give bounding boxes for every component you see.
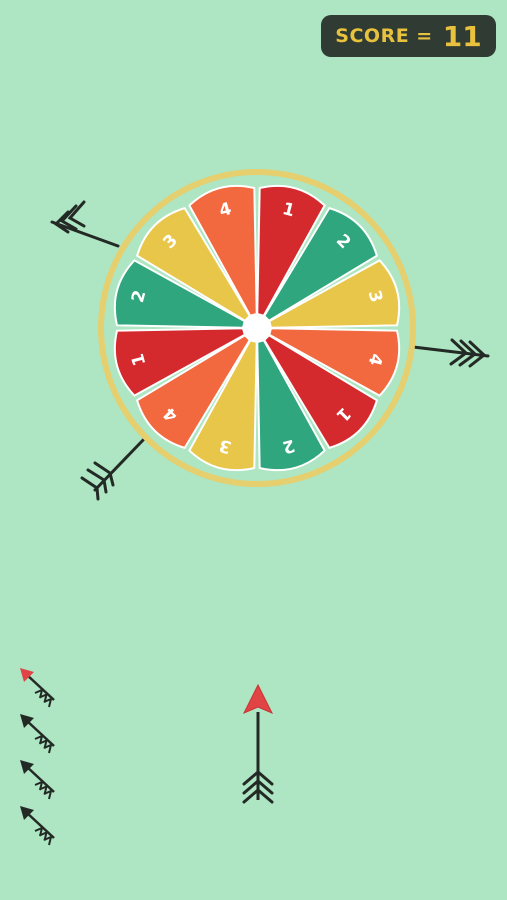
remaining-arrow: [20, 668, 55, 708]
target-wheel: 123412341234: [98, 169, 416, 487]
remaining-arrow: [20, 806, 55, 846]
score-value: 11: [442, 19, 482, 53]
stuck-arrow-right: [403, 338, 490, 368]
remaining-arrow: [20, 714, 55, 754]
game-canvas[interactable]: 123412341234: [0, 0, 507, 900]
stuck-arrow-upper-left: [50, 200, 120, 248]
score-panel: SCORE = 11: [321, 15, 496, 57]
remaining-arrow: [20, 760, 55, 800]
wheel-hub: [244, 315, 270, 341]
remaining-arrows: [20, 668, 55, 846]
ready-arrow-tip: [242, 683, 274, 714]
score-label: SCORE =: [335, 25, 433, 47]
stuck-arrow-lower-left: [80, 435, 148, 501]
ready-arrow[interactable]: [242, 683, 274, 804]
